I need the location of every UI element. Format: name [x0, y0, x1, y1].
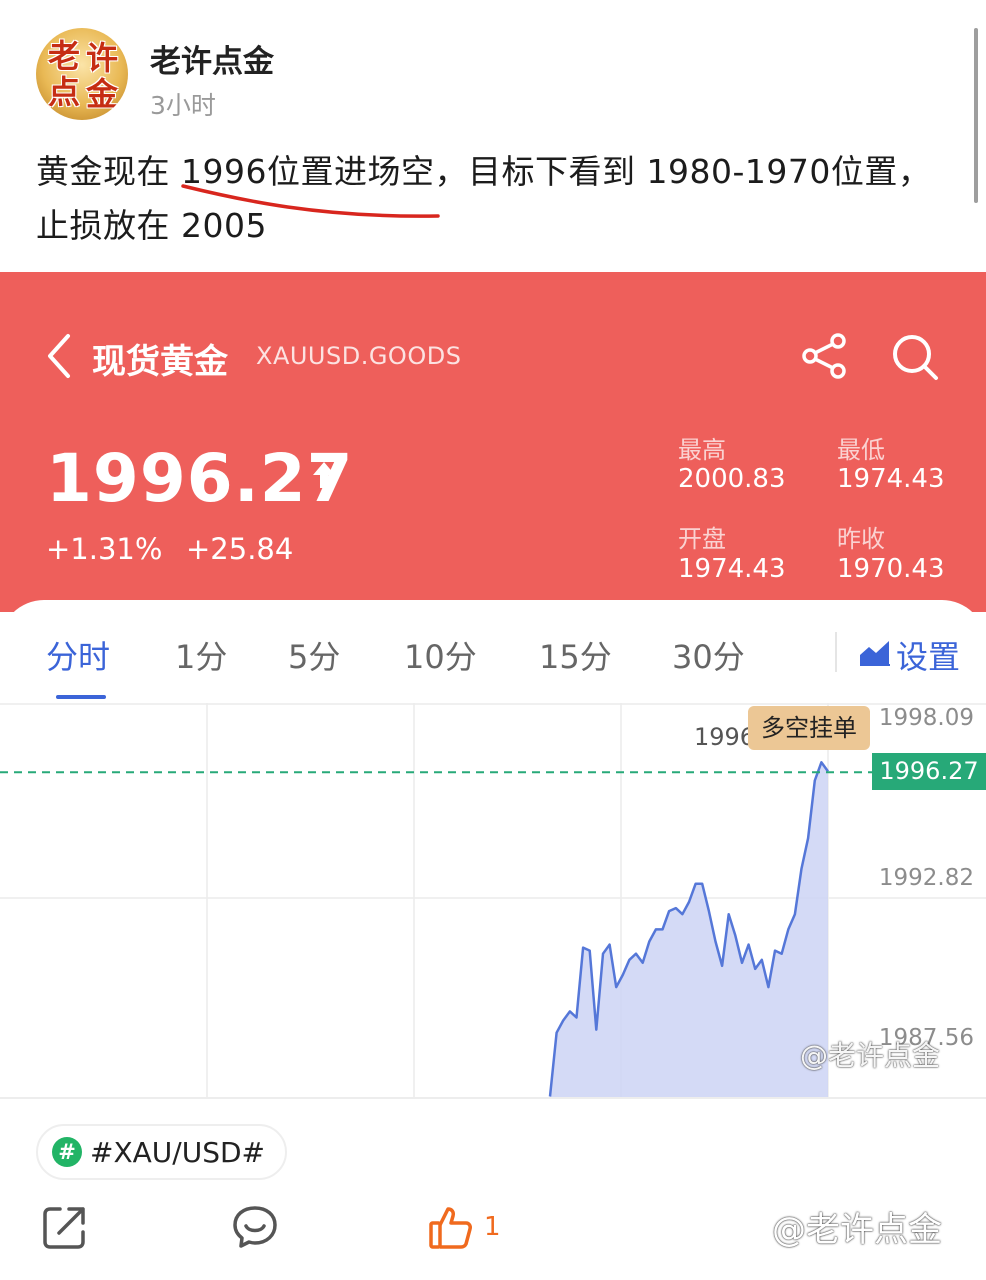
stat-label: 开盘: [678, 525, 726, 553]
tab-divider: [835, 632, 837, 672]
tab-30min[interactable]: 30分: [672, 632, 745, 678]
tab-10min[interactable]: 10分: [404, 632, 477, 678]
footer-divider: [0, 1097, 986, 1099]
price-area: [550, 762, 828, 1098]
stat-value: 2000.83: [678, 464, 786, 494]
tab-1min[interactable]: 1分: [175, 632, 227, 678]
avatar-char: 老: [48, 37, 81, 75]
avatar-char: 金: [86, 75, 119, 113]
active-tab-indicator: [56, 695, 106, 699]
share-icon[interactable]: [800, 332, 850, 380]
handwritten-underline: [181, 184, 440, 218]
instrument-name: 现货黄金: [92, 342, 228, 382]
like-count: 1: [484, 1212, 501, 1242]
stat-label: 昨收: [837, 525, 885, 553]
instrument-code: XAUUSD.GOODS: [256, 342, 462, 370]
up-arrow-icon: [313, 462, 335, 488]
y-tick-label: 1992.82: [879, 865, 974, 891]
tab-15min[interactable]: 15分: [539, 632, 612, 678]
author-name[interactable]: 老许点金: [150, 36, 274, 81]
settings-chart-icon: [860, 641, 890, 666]
hashtag-label: #XAU/USD#: [90, 1135, 266, 1169]
search-icon[interactable]: [890, 332, 940, 382]
hash-icon: #: [52, 1137, 82, 1167]
hashtag-chip[interactable]: # #XAU/USD#: [36, 1124, 288, 1180]
tab-5min[interactable]: 5分: [288, 632, 340, 678]
order-callout[interactable]: 多空挂单: [748, 706, 870, 750]
stat-value: 1974.43: [837, 464, 945, 494]
like-icon[interactable]: [428, 1204, 474, 1250]
stat-value: 1970.43: [837, 554, 945, 584]
post-time: 3小时: [150, 91, 216, 120]
settings-label: 设置: [896, 638, 961, 676]
peak-price-label: 1996: [694, 723, 755, 751]
repost-icon[interactable]: [42, 1204, 88, 1250]
post-text: 黄金现在 1996位置进场空，目标下看到 1980-1970位置， 止损放在 2…: [36, 145, 936, 253]
scrollbar[interactable]: [974, 28, 978, 203]
stat-label: 最高: [678, 436, 726, 464]
tab-intraday[interactable]: 分时: [46, 632, 110, 678]
chart-watermark: @老许点金: [800, 1039, 941, 1072]
current-price: 1996.27: [46, 440, 354, 517]
stat-value: 1974.43: [678, 554, 786, 584]
current-price-tag: 1996.27: [872, 753, 986, 790]
avatar-char: 许: [86, 39, 119, 77]
post-text-line: 黄金现在 1996位置进场空，目标下看到 1980-1970位置，: [36, 152, 932, 191]
comment-icon[interactable]: [232, 1204, 278, 1250]
stat-label: 最低: [837, 436, 885, 464]
change-percent: +1.31%: [46, 532, 163, 566]
change-amount: +25.84: [186, 532, 294, 566]
avatar[interactable]: 老 许 点 金: [36, 28, 128, 120]
back-icon[interactable]: [44, 333, 74, 379]
footer-watermark: @老许点金: [772, 1210, 942, 1250]
avatar-char: 点: [48, 73, 81, 111]
y-tick-label: 1998.09: [879, 705, 974, 731]
post-text-line: 止损放在 2005: [36, 206, 267, 245]
